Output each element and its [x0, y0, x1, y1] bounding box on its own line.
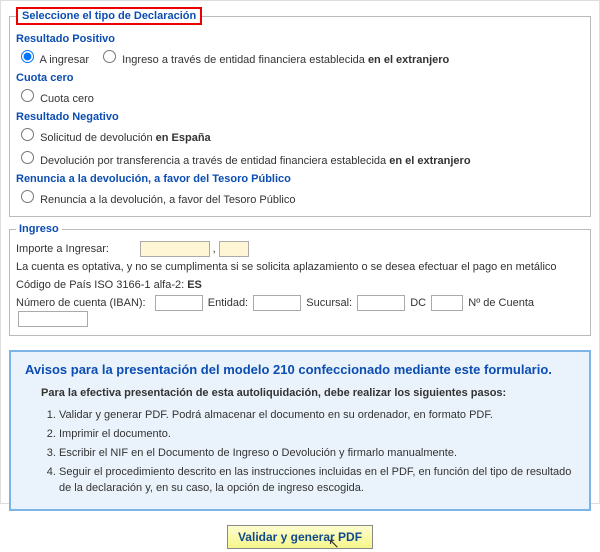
- importe-row: Importe a Ingresar: ,: [16, 241, 584, 257]
- notice-step-2: Imprimir el documento.: [59, 426, 575, 442]
- cuenta-label: Nº de Cuenta: [468, 297, 534, 309]
- radio-renuncia-label: Renuncia a la devolución, a favor del Te…: [40, 194, 295, 206]
- radio-ingreso-extranjero-label-bold: en el extranjero: [368, 54, 449, 66]
- notice-steps: Validar y generar PDF. Podrá almacenar e…: [59, 407, 575, 496]
- radio-cuota-cero[interactable]: [21, 89, 34, 102]
- notice-box: Avisos para la presentación del modelo 2…: [9, 350, 591, 511]
- radio-cuota-cero-label: Cuota cero: [40, 93, 94, 105]
- opt-ingreso-extranjero[interactable]: Ingreso a través de entidad financiera e…: [98, 54, 449, 66]
- iban-input[interactable]: [155, 295, 203, 311]
- button-row: Validar y generar PDF ↖: [9, 525, 591, 549]
- opt-devolucion-espana[interactable]: Solicitud de devolución en España: [16, 132, 211, 144]
- notice-step-1: Validar y generar PDF. Podrá almacenar e…: [59, 407, 575, 423]
- importe-label: Importe a Ingresar:: [16, 243, 109, 255]
- importe-sep: ,: [213, 243, 216, 255]
- importe-dec-input[interactable]: [219, 241, 249, 257]
- renuncia-heading: Renuncia a la devolución, a favor del Te…: [16, 173, 584, 185]
- entidad-label: Entidad:: [208, 297, 248, 309]
- radio-devolucion-espana-label-pre: Solicitud de devolución: [40, 132, 156, 144]
- opt-renuncia[interactable]: Renuncia a la devolución, a favor del Te…: [16, 194, 295, 206]
- declaration-legend: Seleccione el tipo de Declaración: [16, 7, 202, 25]
- sucursal-input[interactable]: [357, 295, 405, 311]
- iban-row: Número de cuenta (IBAN): Entidad: Sucurs…: [16, 295, 584, 327]
- opt-cuota-cero[interactable]: Cuota cero: [16, 93, 94, 105]
- radio-devolucion-extranjero-label-bold: en el extranjero: [389, 155, 470, 167]
- positive-result-heading: Resultado Positivo: [16, 33, 584, 45]
- sucursal-label: Sucursal:: [306, 297, 352, 309]
- ingreso-legend: Ingreso: [16, 223, 62, 235]
- radio-devolucion-espana[interactable]: [21, 128, 34, 141]
- declaration-type-group: Seleccione el tipo de Declaración Result…: [9, 7, 591, 217]
- cuota-cero-heading: Cuota cero: [16, 72, 584, 84]
- radio-ingreso-extranjero-label-pre: Ingreso a través de entidad financiera e…: [122, 54, 368, 66]
- dc-label: DC: [410, 297, 426, 309]
- codigo-pais-value: ES: [187, 279, 202, 291]
- notice-step-3: Escribir el NIF en el Documento de Ingre…: [59, 445, 575, 461]
- radio-devolucion-extranjero[interactable]: [21, 151, 34, 164]
- opt-devolucion-extranjero[interactable]: Devolución por transferencia a través de…: [16, 155, 471, 167]
- radio-a-ingresar[interactable]: [21, 50, 34, 63]
- dc-input[interactable]: [431, 295, 463, 311]
- radio-renuncia[interactable]: [21, 190, 34, 203]
- ingreso-group: Ingreso Importe a Ingresar: , La cuenta …: [9, 223, 591, 336]
- notice-subtitle: Para la efectiva presentación de esta au…: [41, 387, 575, 399]
- radio-devolucion-espana-label-bold: en España: [156, 132, 211, 144]
- codigo-pais-row: Código de País ISO 3166-1 alfa-2: ES: [16, 277, 584, 293]
- radio-a-ingresar-label: A ingresar: [39, 54, 89, 66]
- validate-generate-pdf-button[interactable]: Validar y generar PDF: [227, 525, 373, 549]
- radio-devolucion-extranjero-label-pre: Devolución por transferencia a través de…: [40, 155, 389, 167]
- notice-step-4: Seguir el procedimiento descrito en las …: [59, 464, 575, 496]
- entidad-input[interactable]: [253, 295, 301, 311]
- opt-a-ingresar[interactable]: A ingresar: [16, 54, 92, 66]
- hint-row: La cuenta es optativa, y no se cumplimen…: [16, 259, 584, 275]
- importe-int-input[interactable]: [140, 241, 210, 257]
- negative-result-heading: Resultado Negativo: [16, 111, 584, 123]
- codigo-pais-label: Código de País ISO 3166-1 alfa-2:: [16, 279, 187, 291]
- cuenta-input[interactable]: [18, 311, 88, 327]
- iban-label: Número de cuenta (IBAN):: [16, 297, 146, 309]
- form-frame: Seleccione el tipo de Declaración Result…: [0, 0, 600, 504]
- radio-ingreso-extranjero[interactable]: [103, 50, 116, 63]
- notice-title: Avisos para la presentación del modelo 2…: [25, 362, 575, 377]
